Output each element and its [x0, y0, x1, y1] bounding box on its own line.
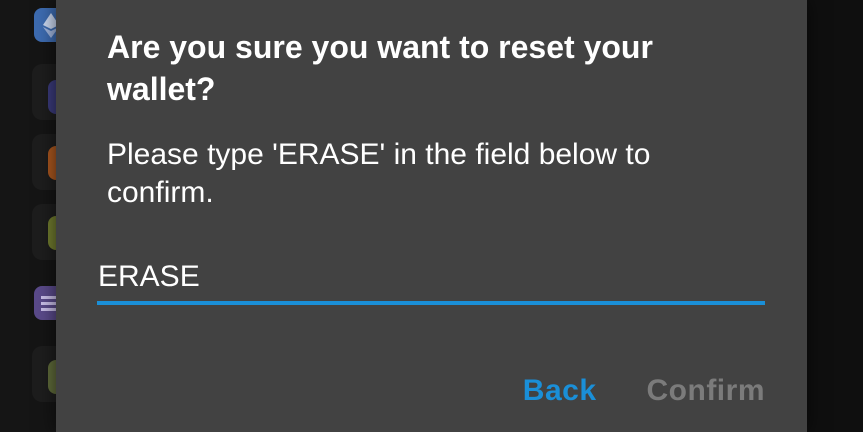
erase-confirmation-field[interactable]: [97, 252, 766, 306]
background-edge: [807, 0, 863, 432]
erase-confirmation-input[interactable]: [97, 252, 766, 302]
input-underline: [97, 301, 765, 305]
back-button[interactable]: Back: [523, 374, 597, 408]
dialog-title: Are you sure you want to reset your wall…: [107, 29, 653, 107]
confirm-button[interactable]: Confirm: [647, 374, 766, 408]
dialog-actions: Back Confirm: [523, 370, 765, 412]
dialog-message: Please type 'ERASE' in the field below t…: [107, 138, 651, 209]
screen: Are you sure you want to reset your wall…: [0, 0, 863, 432]
reset-wallet-dialog: Are you sure you want to reset your wall…: [56, 0, 807, 432]
